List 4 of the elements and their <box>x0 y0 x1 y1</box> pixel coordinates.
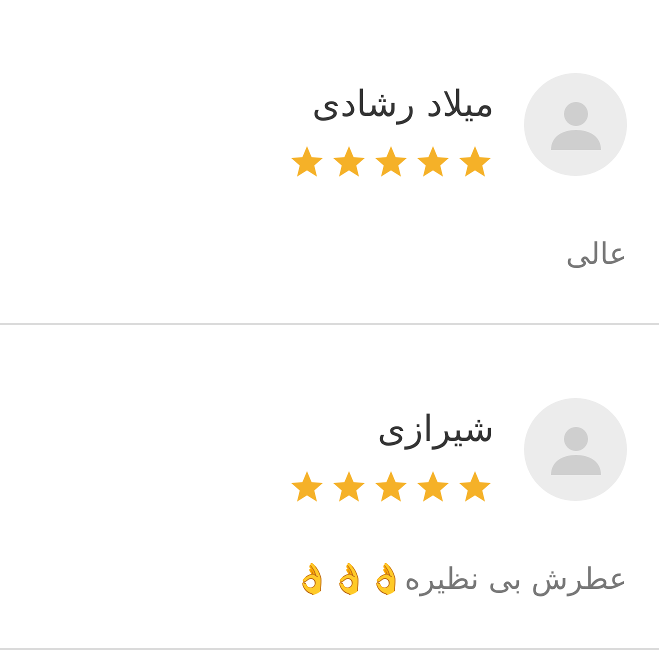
reviewer-name: شیرازی <box>378 408 494 452</box>
review-comment: عالی <box>566 236 627 274</box>
review-comment: عطرش بی نظیره👌👌👌 <box>294 561 627 599</box>
reviewer-name: میلاد رشادی <box>312 83 494 127</box>
